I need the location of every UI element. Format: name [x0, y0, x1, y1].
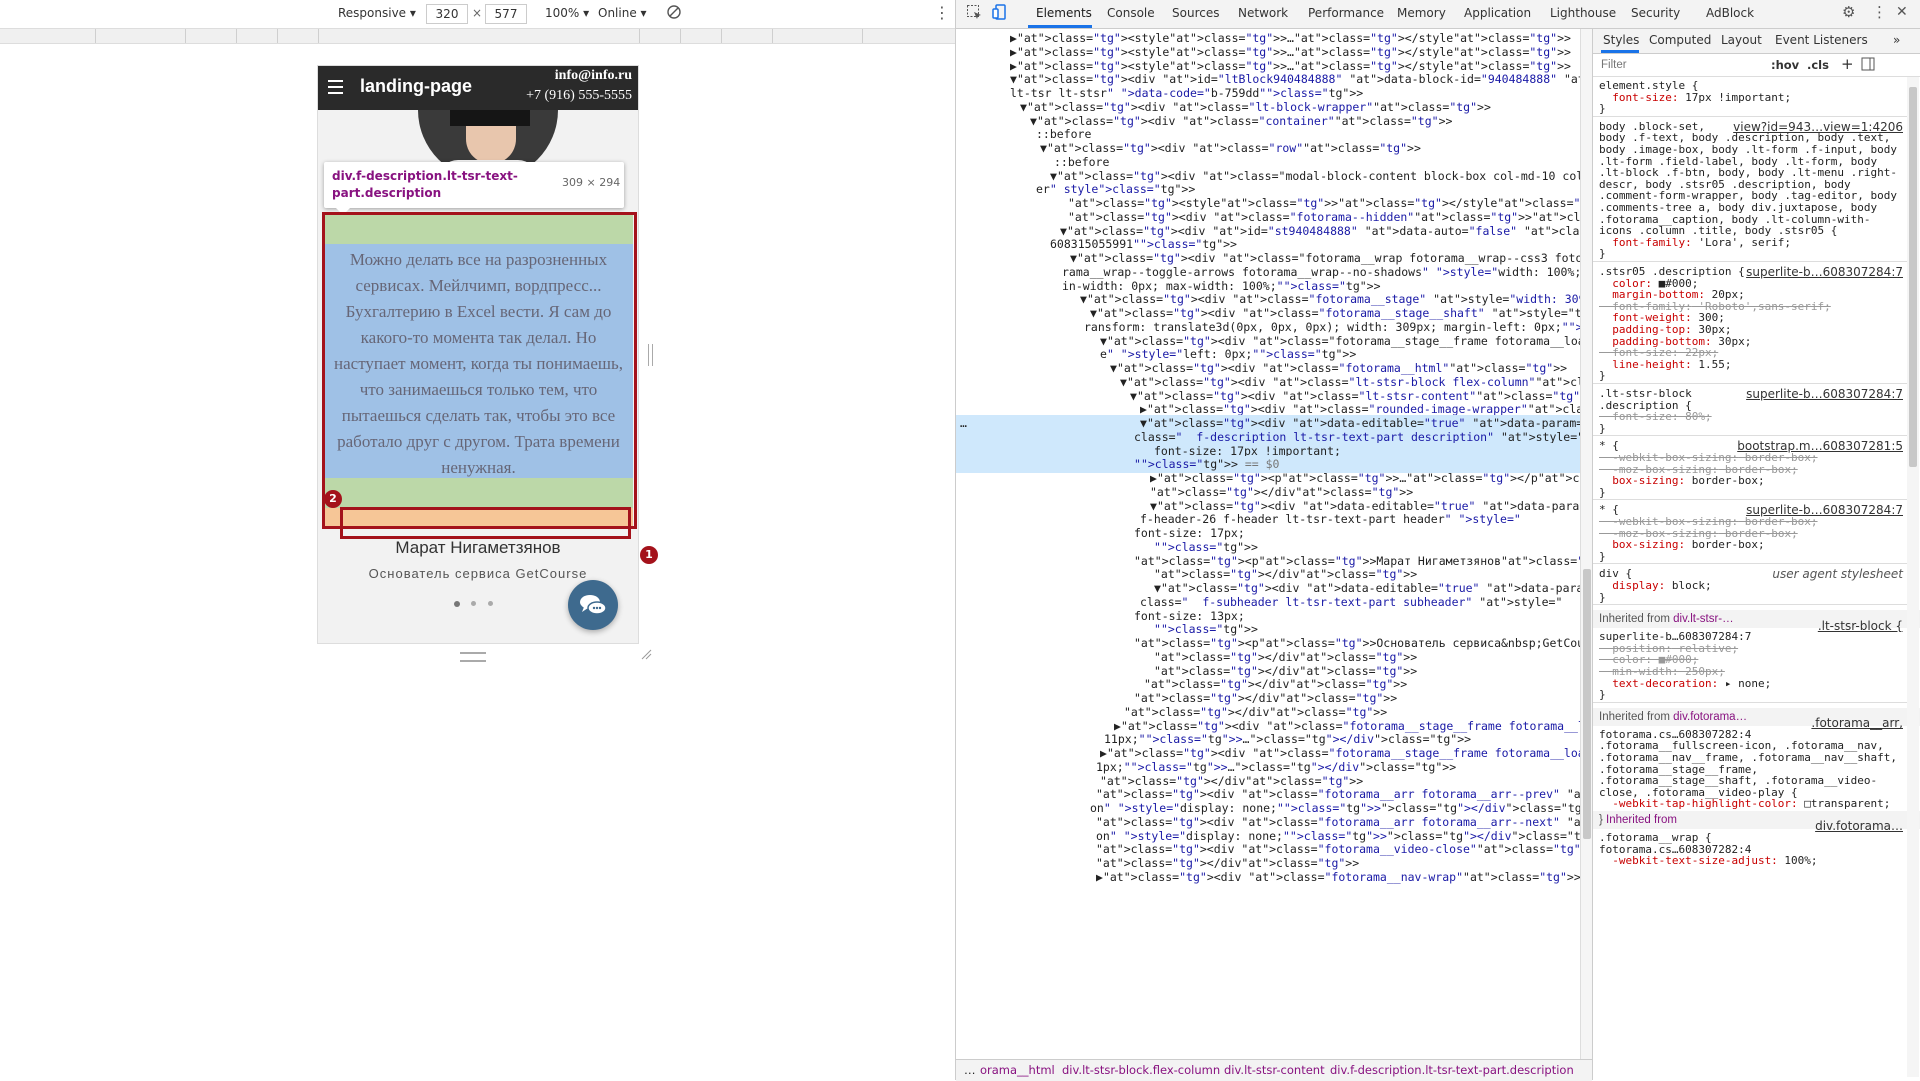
tab-performance[interactable]: Performance — [1308, 6, 1384, 20]
inherited-from-link[interactable]: div.fotorama… — [1673, 711, 1747, 723]
emulated-viewport[interactable]: landing-page info@info.ru +7 (916) 555-5… — [318, 66, 658, 643]
device-mode-dropdown[interactable]: Responsive ▾ — [338, 6, 416, 20]
annotation-badge-1: 1 — [640, 546, 658, 564]
tab-network[interactable]: Network — [1238, 6, 1288, 20]
device-emulation-pane: Responsive ▾ 320 × 577 100% ▾ Online ▾ ⋮… — [0, 0, 955, 1080]
chat-bubble-icon — [580, 595, 607, 615]
dom-breadcrumb: … orama__html div.lt-stsr-block.flex-col… — [956, 1059, 1592, 1081]
rotate-icon[interactable] — [666, 4, 682, 20]
viewport-width-input[interactable]: 320 — [426, 4, 468, 24]
slider-dots — [454, 601, 504, 611]
styles-pane: Styles Computed Layout Event Listeners »… — [1592, 29, 1920, 1080]
rule-separator — [1593, 115, 1909, 117]
inspect-element-icon[interactable] — [966, 4, 982, 20]
breadcrumb-more[interactable]: … — [964, 1063, 976, 1077]
more-tabs-icon[interactable]: » — [1893, 33, 1900, 47]
css-declaration[interactable]: -webkit-tap-highlight-color: □transparen… — [1599, 797, 1915, 811]
rule-close[interactable]: } — [1599, 688, 1915, 702]
rule-close[interactable]: } — [1599, 591, 1915, 605]
site-email[interactable]: info@info.ru — [528, 68, 632, 84]
tab-console[interactable]: Console — [1107, 6, 1155, 20]
rule-close[interactable]: } — [1599, 247, 1915, 261]
resize-handle-bottom[interactable] — [460, 652, 486, 662]
more-options-icon[interactable]: ⋮ — [934, 3, 950, 22]
rule-separator — [1593, 435, 1909, 437]
elements-dom-tree[interactable]: ▶"at">class="tg"><style"at">class="tg">>… — [956, 29, 1580, 1059]
devtools-tabbar: Elements Console Sources Network Perform… — [956, 0, 1920, 29]
breadcrumb-item[interactable]: div.f-description.lt-tsr-text-part.descr… — [1330, 1063, 1574, 1077]
network-throttle-dropdown[interactable]: Online ▾ — [598, 6, 647, 20]
tooltip-element-name: div.f-description.lt-tsr-text-part.descr… — [332, 169, 518, 200]
tab-adblock[interactable]: AdBlock — [1706, 6, 1754, 20]
styles-filter-input[interactable] — [1599, 57, 1763, 73]
rule-close[interactable]: } — [1599, 102, 1915, 116]
rule-separator — [1593, 701, 1909, 703]
dimension-separator-icon: × — [472, 6, 483, 20]
site-logo[interactable]: landing-page — [360, 76, 472, 97]
rule-separator — [1593, 383, 1909, 384]
tab-memory[interactable]: Memory — [1397, 6, 1446, 20]
site-header: landing-page info@info.ru +7 (916) 555-5… — [318, 66, 638, 110]
node-actions-icon[interactable]: … — [956, 415, 980, 432]
close-icon[interactable]: ✕ — [1896, 4, 1908, 20]
rule-close[interactable]: } — [1599, 550, 1915, 564]
inspector-tooltip: div.f-description.lt-tsr-text-part.descr… — [324, 162, 624, 208]
breadcrumb-item[interactable]: orama__html — [980, 1063, 1055, 1077]
tab-security[interactable]: Security — [1631, 6, 1680, 20]
person-name: Марат Нигаметзянов — [395, 538, 561, 557]
tab-application[interactable]: Application — [1464, 6, 1531, 20]
sidebar-toggle-icon[interactable] — [1861, 57, 1875, 71]
slider-dot[interactable] — [471, 601, 476, 606]
hov-toggle[interactable]: :hov — [1771, 58, 1799, 72]
tooltip-element-size: 309 × 294 — [562, 176, 621, 189]
styles-rules[interactable]: element.style { font-size: 17px !importa… — [1593, 77, 1920, 1080]
device-toolbar: Responsive ▾ 320 × 577 100% ▾ Online ▾ ⋮ — [0, 0, 955, 29]
styles-tabbar: Styles Computed Layout Event Listeners » — [1593, 29, 1920, 54]
site-phone[interactable]: +7 (916) 555-5555 — [504, 88, 632, 104]
tab-event-listeners[interactable]: Event Listeners — [1775, 33, 1868, 47]
tab-sources[interactable]: Sources — [1172, 6, 1219, 20]
rule-separator — [1593, 604, 1909, 606]
inherited-from-link[interactable]: div.lt-stsr-… — [1673, 613, 1733, 625]
breadcrumb-item[interactable]: div.lt-stsr-content — [1224, 1063, 1325, 1077]
device-toggle-icon[interactable] — [992, 4, 1008, 20]
rule-close[interactable]: } — [1599, 369, 1915, 383]
breadcrumb-item[interactable]: div.lt-stsr-block.flex-column — [1062, 1063, 1220, 1077]
viewport-height-input[interactable]: 577 — [485, 4, 527, 24]
annotation-badge-2: 2 — [324, 490, 342, 508]
media-query-ruler — [0, 29, 955, 44]
tab-styles[interactable]: Styles — [1603, 33, 1639, 47]
chat-button[interactable] — [568, 580, 618, 630]
cls-toggle[interactable]: .cls — [1807, 58, 1829, 72]
tab-layout[interactable]: Layout — [1721, 33, 1762, 47]
annotation-box-2 — [340, 507, 631, 539]
resize-handle-corner[interactable] — [640, 648, 652, 660]
more-options-icon[interactable]: ⋮ — [1872, 3, 1887, 21]
annotation-box-1 — [322, 212, 637, 529]
rule-separator — [1593, 499, 1909, 501]
zoom-dropdown[interactable]: 100% ▾ — [545, 6, 589, 20]
styles-scrollbar[interactable] — [1907, 77, 1919, 1077]
tab-elements[interactable]: Elements — [1036, 6, 1092, 20]
css-declaration[interactable]: -webkit-text-size-adjust: 100%; — [1599, 854, 1915, 868]
rule-close[interactable]: } — [1599, 422, 1915, 436]
person-title: Основатель сервиса GetCourse — [368, 566, 588, 581]
slider-dot[interactable] — [488, 601, 493, 606]
dom-node-line[interactable]: ▶"at">class="tg"><div "at">class="fotora… — [956, 869, 1580, 886]
inherited-from-link[interactable]: Inherited from — [1606, 814, 1677, 826]
rule-separator — [1593, 261, 1909, 262]
rule-close[interactable]: } — [1599, 486, 1915, 500]
resize-handle-side[interactable] — [648, 344, 653, 366]
settings-gear-icon[interactable]: ⚙ — [1842, 3, 1855, 21]
tab-computed[interactable]: Computed — [1649, 33, 1711, 47]
devtools-panel: Elements Console Sources Network Perform… — [956, 0, 1920, 1081]
tab-lighthouse[interactable]: Lighthouse — [1550, 6, 1616, 20]
rule-separator — [1593, 563, 1909, 565]
hamburger-menu-icon[interactable] — [328, 80, 343, 94]
add-rule-icon[interactable]: + — [1841, 55, 1854, 73]
slider-dot[interactable] — [454, 601, 460, 607]
styles-filter-bar: :hov .cls + — [1593, 54, 1920, 77]
